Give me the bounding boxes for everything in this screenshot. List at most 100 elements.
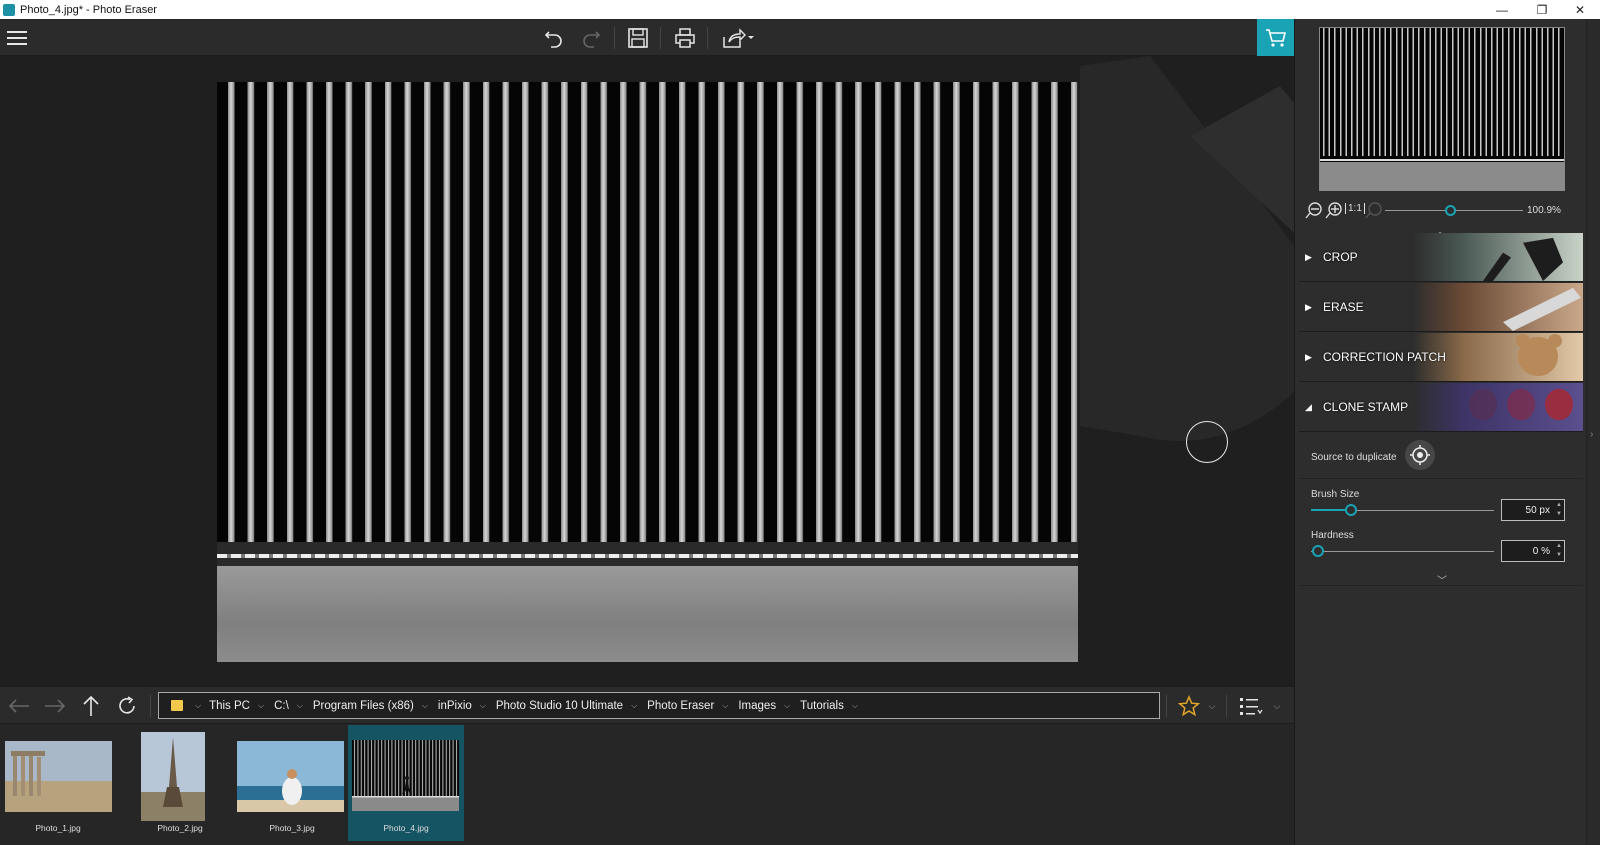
source-target-button[interactable]: [1405, 440, 1435, 470]
navigator-preview[interactable]: [1319, 27, 1565, 191]
brush-size-input[interactable]: 50 px ▲ ▼: [1501, 499, 1565, 521]
brush-size-label: Brush Size: [1311, 489, 1360, 500]
cart-icon: [1265, 28, 1286, 47]
spin-up-icon[interactable]: ▲: [1556, 543, 1562, 550]
right-panel: 1:1 100.9% ︿ ▶ CROP ▶ ERASE ▶ CORRECTION…: [1294, 19, 1586, 845]
hardness-label: Hardness: [1311, 530, 1354, 541]
film-item-name: Photo_3.jpg: [269, 823, 315, 833]
nav-separator: [150, 695, 151, 717]
file-navigation-bar: ⌵ This PC ⌵ C:\ ⌵ Program Files (x86) ⌵ inP…: [0, 686, 1294, 724]
tool-correction-patch-expand-icon: ▶: [1305, 351, 1312, 362]
tool-clone-stamp-collapse-icon: ◢: [1305, 401, 1312, 412]
right-collapse-strip[interactable]: ›: [1586, 19, 1600, 845]
photo-curb-line: [217, 554, 1078, 558]
spin-down-icon[interactable]: ▼: [1556, 552, 1562, 559]
crosshair-icon: [1410, 445, 1430, 465]
crop-banner-image: [1413, 233, 1583, 281]
zoom-fit-icon[interactable]: [1365, 201, 1383, 224]
view-dropdown-icon[interactable]: ⌵: [1270, 693, 1284, 719]
film-item[interactable]: Photo_1.jpg: [0, 725, 116, 841]
erase-banner-image: [1413, 283, 1583, 331]
hardness-knob[interactable]: [1312, 545, 1324, 557]
up-arrow-icon[interactable]: [78, 693, 104, 719]
tool-crop-label: CROP: [1323, 250, 1358, 264]
zoom-in-icon[interactable]: [1325, 201, 1343, 224]
hardness-input[interactable]: 0 % ▲ ▼: [1501, 540, 1565, 562]
print-icon[interactable]: [671, 24, 699, 52]
zoom-actual-size-icon[interactable]: 1:1: [1345, 203, 1365, 214]
breadcrumb-item[interactable]: Photo Studio 10 Ultimate ⌵: [496, 700, 637, 712]
photo-1-thumbnail: [5, 741, 112, 812]
filmstrip: Photo_1.jpg Photo_2.jpg Photo_3.jpg Phot…: [0, 724, 1294, 845]
film-item[interactable]: Photo_2.jpg: [122, 725, 238, 841]
favorites-dropdown-icon[interactable]: ⌵: [1205, 693, 1219, 719]
redo-icon[interactable]: [577, 24, 605, 52]
tool-correction-patch[interactable]: ▶ CORRECTION PATCH: [1299, 333, 1583, 382]
close-button[interactable]: ✕: [1560, 0, 1600, 19]
tool-correction-patch-label: CORRECTION PATCH: [1323, 350, 1446, 364]
breadcrumb-item[interactable]: This PC ⌵: [209, 700, 264, 712]
breadcrumb-item[interactable]: inPixio ⌵: [438, 700, 486, 712]
tool-erase[interactable]: ▶ ERASE: [1299, 283, 1583, 332]
hardness-track[interactable]: [1311, 551, 1494, 552]
hardness-value: 0 %: [1532, 545, 1550, 557]
path-breadcrumb[interactable]: ⌵ This PC ⌵ C:\ ⌵ Program Files (x86) ⌵ inP…: [158, 692, 1160, 719]
tool-erase-label: ERASE: [1323, 300, 1364, 314]
app-icon: [3, 3, 15, 16]
save-icon[interactable]: [624, 24, 652, 52]
minimize-button[interactable]: —: [1482, 0, 1522, 19]
brush-size-knob[interactable]: [1345, 504, 1357, 516]
tool-clone-stamp-label: CLONE STAMP: [1323, 400, 1409, 414]
spin-down-icon[interactable]: ▼: [1556, 511, 1562, 518]
clone-stamp-banner-image: [1413, 383, 1583, 431]
breadcrumb-item[interactable]: Tutorials ⌵: [800, 700, 858, 712]
collapse-panel-chevron-icon[interactable]: ›: [1590, 429, 1593, 440]
toolbar-separator: [660, 27, 661, 49]
film-item-name: Photo_4.jpg: [383, 823, 429, 833]
film-item-name: Photo_1.jpg: [35, 823, 81, 833]
canvas-area[interactable]: [0, 56, 1294, 686]
toolbar-separator: [614, 27, 615, 49]
main-toolbar: [0, 19, 1294, 56]
breadcrumb-item[interactable]: C:\ ⌵: [274, 700, 303, 712]
hamburger-icon[interactable]: [4, 24, 32, 52]
title-bar: Photo_4.jpg* - Photo Eraser — ❐ ✕: [0, 0, 1600, 19]
undo-icon[interactable]: [540, 24, 568, 52]
breadcrumb-item[interactable]: Program Files (x86) ⌵: [313, 700, 428, 712]
back-arrow-icon[interactable]: [6, 693, 32, 719]
source-to-duplicate-label: Source to duplicate: [1311, 452, 1397, 463]
nav-separator: [1166, 695, 1167, 717]
brush-size-fill: [1311, 509, 1349, 511]
zoom-out-icon[interactable]: [1305, 201, 1323, 224]
toolbar-separator: [707, 27, 708, 49]
zoom-value: 100.9%: [1527, 205, 1561, 216]
favorites-star-icon[interactable]: [1176, 693, 1202, 719]
zoom-slider-knob[interactable]: [1445, 205, 1456, 216]
breadcrumb-item[interactable]: Images ⌵: [738, 700, 790, 712]
cart-button[interactable]: [1257, 19, 1294, 56]
photo-canvas[interactable]: [217, 82, 1078, 662]
film-item[interactable]: Photo_4.jpg: [348, 725, 464, 841]
tool-clone-stamp[interactable]: ◢ CLONE STAMP: [1299, 383, 1583, 432]
share-icon[interactable]: [720, 24, 756, 52]
tool-crop[interactable]: ▶ CROP: [1299, 233, 1583, 282]
photo-4-thumbnail: [352, 740, 459, 811]
clone-stamp-panel: Source to duplicate Brush Size 50 px ▲ ▼…: [1299, 432, 1583, 587]
forward-arrow-icon[interactable]: [42, 693, 68, 719]
folder-icon: [171, 700, 183, 711]
panel-bottom-divider: [1299, 585, 1583, 586]
zoom-controls: 1:1 100.9%: [1305, 199, 1577, 223]
tool-crop-expand-icon: ▶: [1305, 251, 1312, 262]
brush-cursor: [1186, 421, 1228, 463]
refresh-icon[interactable]: [114, 693, 140, 719]
breadcrumb-folder-chevron[interactable]: ⌵: [187, 701, 201, 711]
maximize-button[interactable]: ❐: [1522, 0, 1562, 19]
breadcrumb-item[interactable]: Photo Eraser ⌵: [647, 700, 728, 712]
window-title: Photo_4.jpg* - Photo Eraser: [20, 3, 157, 16]
section-divider: [1299, 478, 1583, 479]
spin-up-icon[interactable]: ▲: [1556, 502, 1562, 509]
view-options-icon[interactable]: [1238, 693, 1264, 719]
film-item[interactable]: Photo_3.jpg: [234, 725, 350, 841]
photo-fence-region: [217, 82, 1078, 542]
photo-road: [217, 566, 1078, 662]
